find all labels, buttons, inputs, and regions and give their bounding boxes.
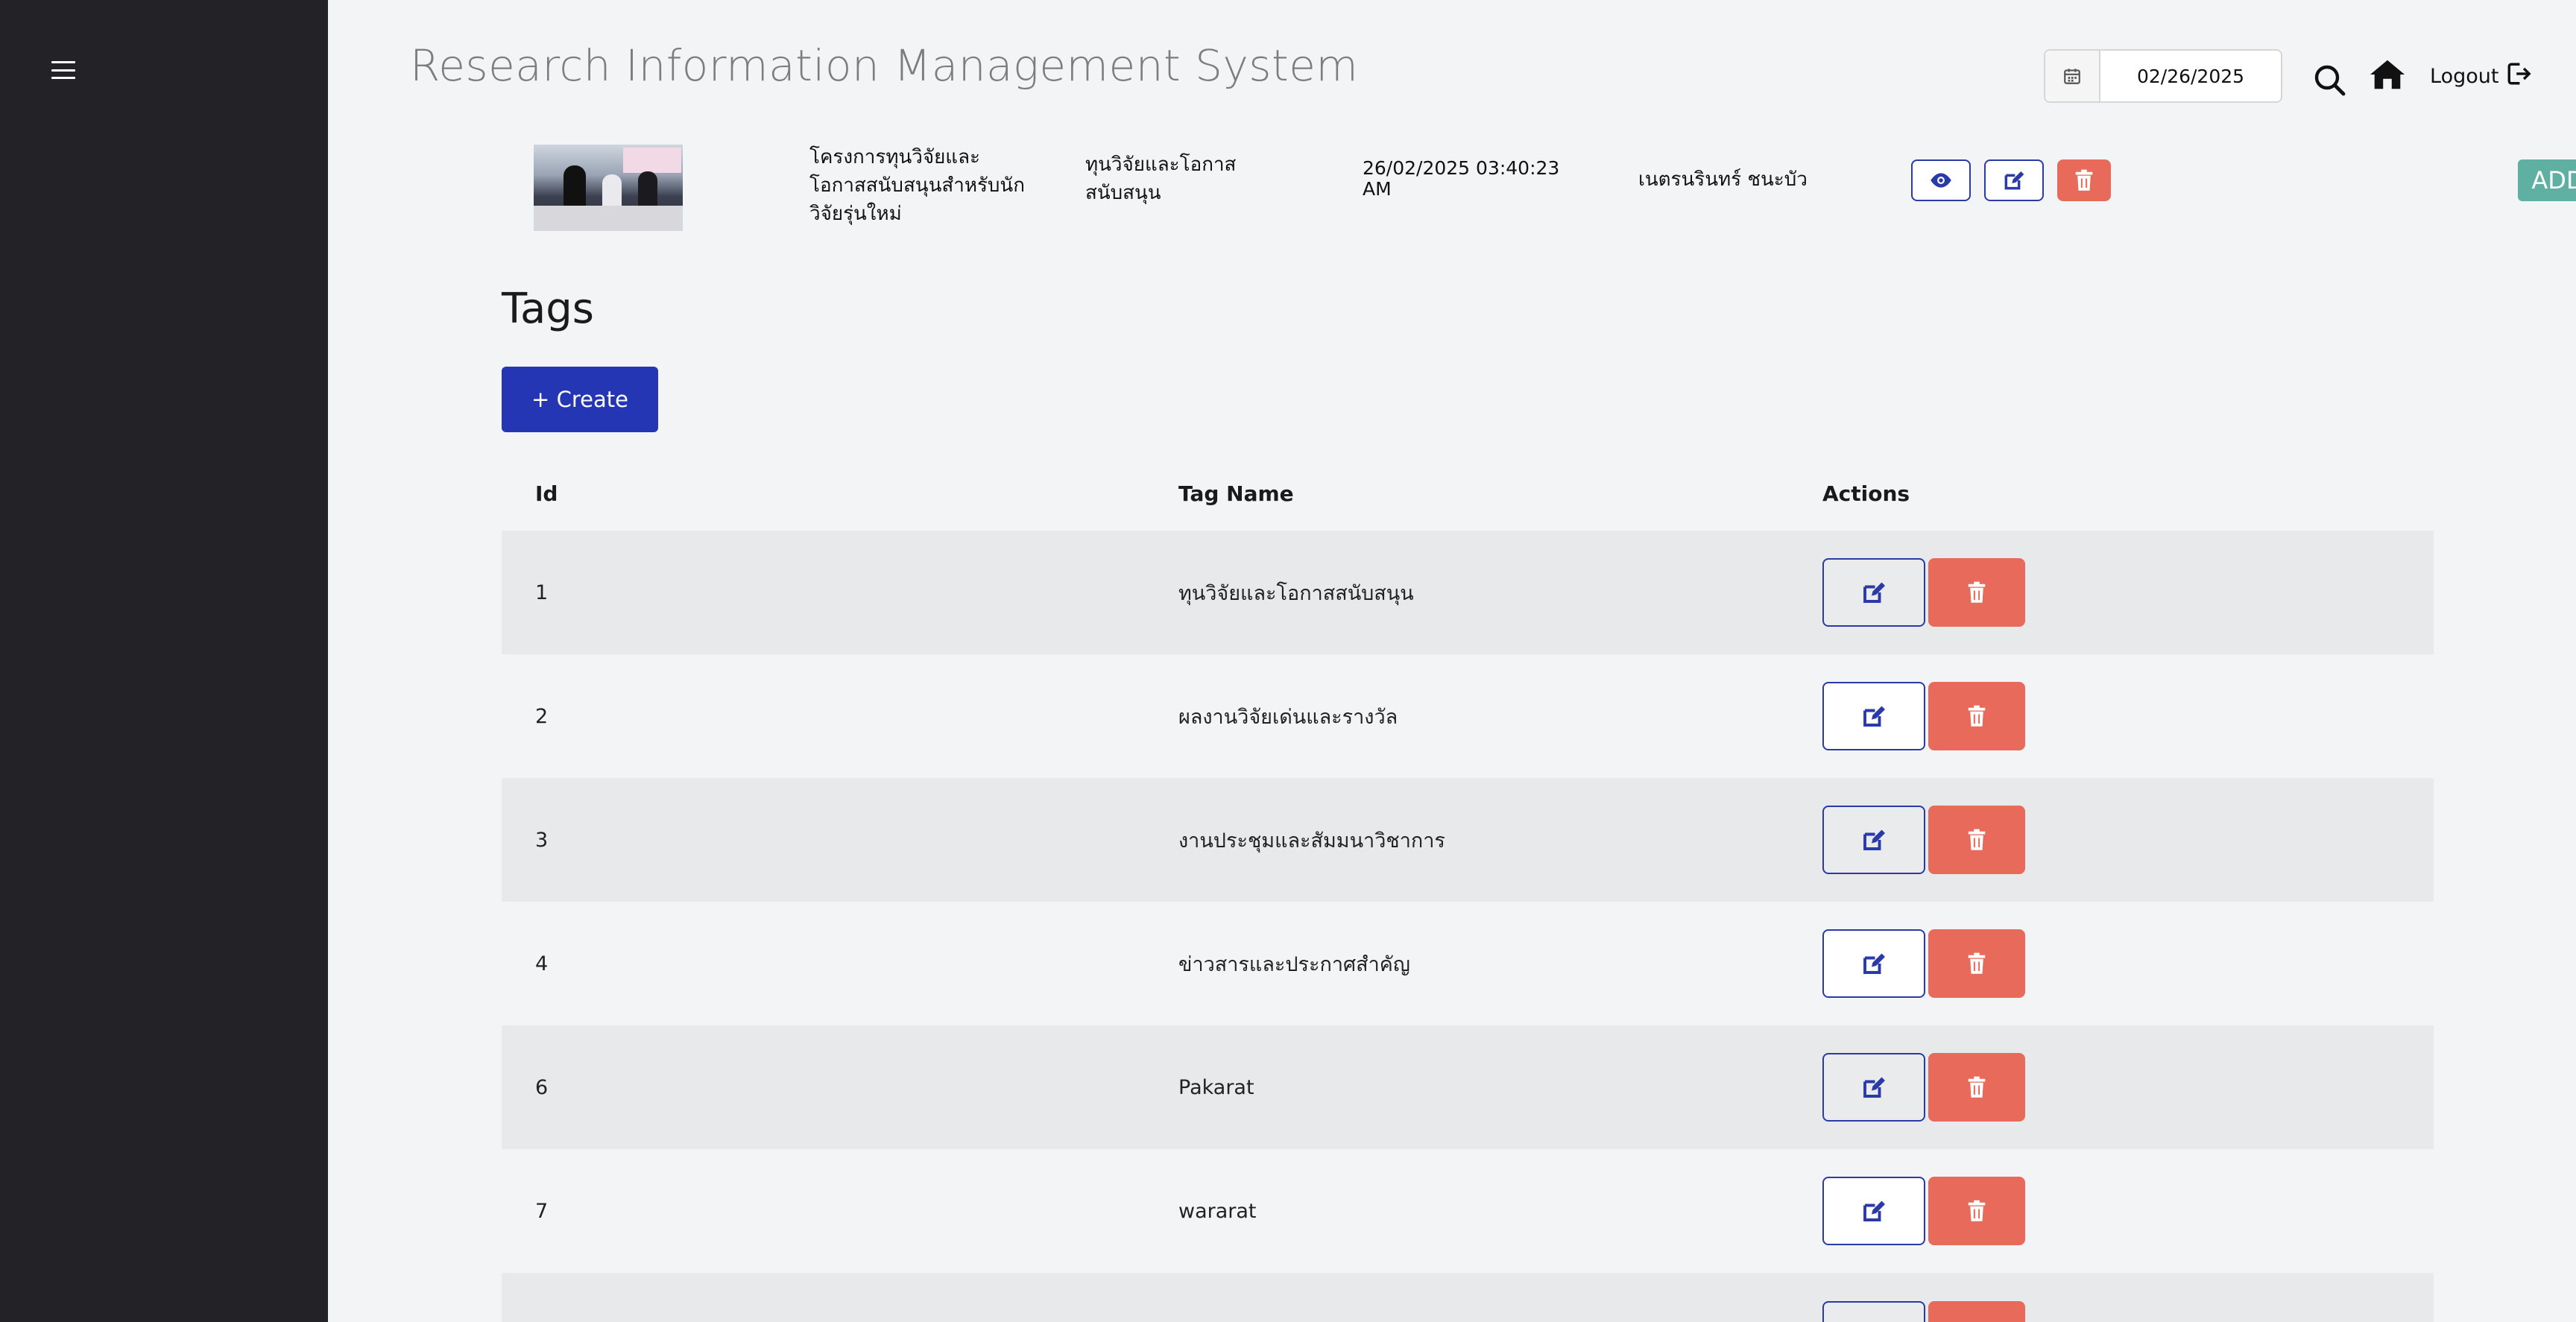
create-button[interactable]: + Create [502,367,658,432]
column-header-actions: Actions [1822,481,1910,506]
edit-button[interactable] [1822,929,1925,998]
delete-button[interactable] [1928,806,2025,874]
table-header: Id Tag Name Actions [502,456,2434,531]
cell-id: 1 [535,581,549,604]
edit-icon [1863,582,1885,603]
edit-icon [1863,829,1885,850]
trash-icon [1968,1076,1986,1098]
edit-button[interactable] [1822,1053,1925,1122]
cell-tag-name: งานประชุมและสัมมนาวิชาการ [1178,829,1445,853]
cell-tag-name: wararat [1178,1199,1257,1223]
home-icon[interactable] [2369,58,2406,91]
add-button[interactable]: ADD [2518,159,2576,201]
app-title: Research Information Management System [410,40,1359,91]
post-title: โครงการทุนวิจัยและโอกาสสนับสนุนสำหรับนัก… [809,146,1025,225]
delete-button[interactable] [1928,558,2025,627]
post-author: เนตรนรินทร์ ชนะบัว [1638,168,1808,191]
tags-table: Id Tag Name Actions 1 ทุนวิจัยและโอกาสสนั… [502,456,2434,1322]
table-body: 1 ทุนวิจัยและโอกาสสนับสนุน 2 ผลงานวิจัยเด่น… [502,531,2434,1273]
delete-button[interactable] [1928,682,2025,750]
cell-id: 6 [535,1075,549,1099]
column-header-id: Id [535,481,558,506]
cell-tag-name: ทุนวิจัยและโอกาสสนับสนุน [1178,581,1414,605]
post-date: 26/02/2025 03:40:23 AM [1363,157,1560,200]
delete-button[interactable] [1928,1177,2025,1245]
delete-button[interactable] [1928,1053,2025,1122]
cell-id: 3 [535,828,549,852]
edit-button[interactable] [1822,682,1925,750]
eye-icon [1931,173,1951,188]
edit-icon [1863,1201,1885,1221]
post-thumbnail [534,145,683,231]
edit-icon [2004,171,2024,190]
table-row: 4 ข่าวสารและประกาศสำคัญ [502,902,2434,1025]
edit-button[interactable] [1822,1177,1925,1245]
trash-icon [2075,169,2093,191]
cell-id: 4 [535,952,549,975]
edit-button[interactable] [1984,159,2044,201]
logout-label: Logout [2430,65,2499,88]
delete-button[interactable] [1928,1301,2025,1322]
table-row: 1 ทุนวิจัยและโอกาสสนับสนุน [502,531,2434,654]
trash-icon [1968,581,1986,603]
section-title: Tags [502,285,594,333]
main-content: Research Information Management System 0… [328,0,2576,1322]
menu-icon[interactable] [51,60,76,80]
trash-icon [1968,952,1986,974]
edit-icon [1863,1077,1885,1098]
post-category: ทุนวิจัยและโอกาสสนับสนุน [1085,154,1237,204]
column-header-tag-name: Tag Name [1178,481,1294,506]
cell-tag-name: ข่าวสารและประกาศสำคัญ [1178,952,1410,976]
cell-tag-name: ผลงานวิจัยเด่นและรางวัล [1178,705,1398,729]
edit-icon [1863,953,1885,974]
cell-id: 7 [535,1199,549,1223]
table-row: 7 wararat [502,1149,2434,1273]
date-value[interactable]: 02/26/2025 [2100,66,2281,87]
edit-icon [1863,706,1885,727]
edit-button[interactable] [1822,1301,1925,1322]
cell-id: 2 [535,704,549,728]
edit-button[interactable] [1822,806,1925,874]
date-picker[interactable]: 02/26/2025 [2044,49,2282,103]
search-icon[interactable] [2312,63,2348,98]
sidebar [0,0,328,1322]
table-row: 2 ผลงานวิจัยเด่นและรางวัล [502,654,2434,778]
trash-icon [1968,829,1986,850]
table-row-partial [502,1273,2434,1322]
delete-button[interactable] [2057,159,2111,201]
logout-icon [2506,61,2532,92]
post-row: โครงการทุนวิจัยและโอกาสสนับสนุนสำหรับนัก… [534,143,2576,237]
table-row: 6 Pakarat [502,1025,2434,1149]
view-button[interactable] [1911,159,1971,201]
trash-icon [1968,705,1986,727]
calendar-icon[interactable] [2045,51,2100,101]
trash-icon [1968,1200,1986,1221]
edit-button[interactable] [1822,558,1925,627]
delete-button[interactable] [1928,929,2025,998]
cell-tag-name: Pakarat [1178,1075,1254,1099]
logout-button[interactable]: Logout [2430,61,2532,92]
table-row: 3 งานประชุมและสัมมนาวิชาการ [502,778,2434,902]
